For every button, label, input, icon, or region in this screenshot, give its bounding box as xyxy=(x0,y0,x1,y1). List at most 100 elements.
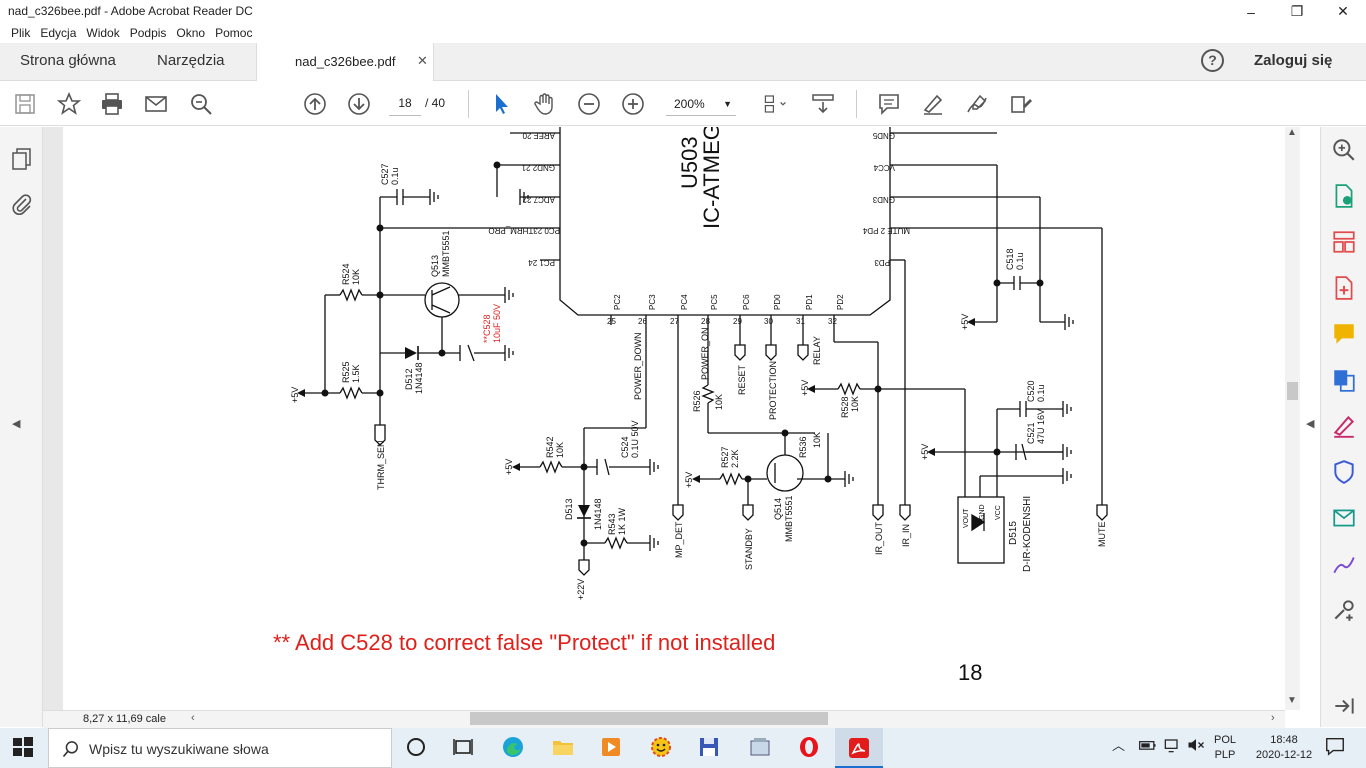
floppy-app-icon[interactable] xyxy=(697,735,723,761)
select-cursor-icon[interactable] xyxy=(489,91,515,117)
login-button[interactable]: Zaloguj się xyxy=(1254,52,1332,69)
clock-time: 18:48 xyxy=(1270,734,1298,746)
pin-num-32: 32 xyxy=(828,317,837,326)
scroll-up-icon[interactable]: ▲ xyxy=(1287,127,1297,138)
label-5v-d515: +5V xyxy=(920,444,930,460)
page-layout-icon[interactable] xyxy=(758,91,792,117)
menu-window[interactable]: Okno xyxy=(176,26,205,40)
fill-sign-icon[interactable] xyxy=(1008,91,1034,117)
menu-view[interactable]: Widok xyxy=(86,26,119,40)
acrobat-taskbar-button[interactable] xyxy=(835,728,883,768)
tab-home[interactable]: Strona główna xyxy=(20,52,116,69)
scroll-mode-icon[interactable] xyxy=(810,91,836,117)
pin-num-28: 28 xyxy=(701,317,710,326)
scroll-right-icon[interactable]: › xyxy=(1271,712,1275,724)
label-reset: RESET xyxy=(737,364,747,395)
volume-mute-icon[interactable] xyxy=(1186,735,1212,761)
collapse-tools-icon[interactable] xyxy=(1331,693,1357,719)
media-player-icon[interactable] xyxy=(599,735,625,761)
edge-browser-icon[interactable] xyxy=(501,735,527,761)
cortana-icon[interactable] xyxy=(404,735,430,761)
edit-pdf-icon[interactable] xyxy=(1331,413,1357,439)
label-gnd: GND xyxy=(979,504,986,520)
create-pdf-icon[interactable] xyxy=(1331,275,1357,301)
send-track-icon[interactable] xyxy=(1331,505,1357,531)
previous-page-icon[interactable] xyxy=(302,91,328,117)
save-icon[interactable] xyxy=(12,91,38,117)
zoom-tool-icon[interactable] xyxy=(1331,137,1357,163)
highlight-pen-icon[interactable] xyxy=(920,91,946,117)
help-icon[interactable]: ? xyxy=(1201,49,1224,72)
label-r536: R536 xyxy=(798,436,808,458)
combine-files-icon[interactable] xyxy=(1331,367,1357,393)
scroll-down-icon[interactable]: ▼ xyxy=(1287,695,1297,706)
comment-tool-icon[interactable] xyxy=(1331,321,1357,347)
more-tools-icon[interactable] xyxy=(1331,597,1357,623)
comment-icon[interactable] xyxy=(876,91,902,117)
task-view-icon[interactable] xyxy=(451,735,477,761)
note-c528: ** Add C528 to correct false "Protect" i… xyxy=(273,630,775,655)
minimize-button[interactable]: – xyxy=(1228,0,1274,23)
label-d515-value: D-IR-KODENSHI xyxy=(1022,496,1033,572)
tab-document[interactable]: nad_c326bee.pdf ✕ xyxy=(256,43,434,81)
battery-icon[interactable] xyxy=(1138,735,1164,761)
label-d512: D512 xyxy=(404,368,414,390)
windows-start-icon[interactable] xyxy=(11,735,37,761)
sign-icon[interactable] xyxy=(964,91,990,117)
page-thumbnails-icon[interactable] xyxy=(10,147,34,171)
taskbar-search-box[interactable]: Wpisz tu wyszukiwane słowa xyxy=(48,728,392,768)
pin-num-25: 25 xyxy=(607,317,616,326)
label-22v: +22V xyxy=(576,579,586,600)
vertical-scroll-thumb[interactable] xyxy=(1287,382,1298,400)
pin-num-31: 31 xyxy=(796,317,805,326)
pin-num-26: 26 xyxy=(638,317,647,326)
next-page-icon[interactable] xyxy=(346,91,372,117)
chip-type: IC-ATMEGA xyxy=(699,127,724,229)
search-zoom-icon[interactable] xyxy=(188,91,214,117)
attachments-icon[interactable] xyxy=(10,193,34,217)
left-navigation-pane: ◀ xyxy=(0,127,43,727)
document-canvas[interactable]: U503 IC-ATMEGA AREF 20 GND2 21 ADC7 22 P… xyxy=(43,127,1285,710)
photos-app-icon[interactable] xyxy=(748,735,774,761)
horizontal-scroll-thumb[interactable] xyxy=(470,712,828,725)
clock-date: 2020-12-12 xyxy=(1255,749,1313,761)
expand-right-pane-icon[interactable]: ◀ xyxy=(1306,417,1314,430)
organize-pages-icon[interactable] xyxy=(1331,229,1357,255)
page-size-label: 8,27 x 11,69 cale xyxy=(83,713,166,725)
collapse-left-pane-icon[interactable]: ◀ xyxy=(12,417,20,430)
label-5v-r528: +5V xyxy=(800,380,810,396)
clock[interactable]: 18:48 2020-12-12 xyxy=(1255,734,1313,761)
label-5v-c518: +5V xyxy=(960,314,970,330)
close-tab-icon[interactable]: ✕ xyxy=(417,53,428,69)
star-icon[interactable] xyxy=(56,91,82,117)
maximize-button[interactable]: ❐ xyxy=(1274,0,1320,23)
smiley-app-icon[interactable] xyxy=(649,735,675,761)
menu-sign[interactable]: Podpis xyxy=(130,26,167,40)
hand-tool-icon[interactable] xyxy=(532,91,558,117)
pin-adc7: ADC7 22 xyxy=(522,195,555,204)
vertical-scrollbar[interactable]: ▲ ▼ xyxy=(1285,127,1300,710)
page-number-input[interactable]: 18 xyxy=(389,92,421,116)
close-window-button[interactable]: ✕ xyxy=(1320,0,1366,23)
menu-file[interactable]: Plik xyxy=(11,26,30,40)
menu-edit[interactable]: Edycja xyxy=(40,26,76,40)
zoom-in-icon[interactable] xyxy=(620,91,646,117)
fill-sign-tool-icon[interactable] xyxy=(1331,551,1357,577)
language-bottom: PLP xyxy=(1214,749,1236,761)
print-icon[interactable] xyxy=(99,91,125,117)
menu-help[interactable]: Pomoc xyxy=(215,26,252,40)
opera-browser-icon[interactable] xyxy=(797,735,823,761)
email-icon[interactable] xyxy=(143,91,169,117)
label-c524: C524 xyxy=(620,436,630,458)
scroll-left-icon[interactable]: ‹ xyxy=(191,712,195,724)
language-indicator[interactable]: POL PLP xyxy=(1210,734,1240,761)
tab-tools[interactable]: Narzędzia xyxy=(157,52,225,69)
export-pdf-icon[interactable] xyxy=(1331,183,1357,209)
notifications-icon[interactable] xyxy=(1324,735,1350,761)
file-explorer-icon[interactable] xyxy=(551,735,577,761)
protect-shield-icon[interactable] xyxy=(1331,459,1357,485)
zoom-out-icon[interactable] xyxy=(576,91,602,117)
network-icon[interactable] xyxy=(1162,735,1188,761)
tray-chevron-icon[interactable]: ︿ xyxy=(1112,735,1138,761)
zoom-select[interactable]: 200% ▼ xyxy=(666,94,736,116)
